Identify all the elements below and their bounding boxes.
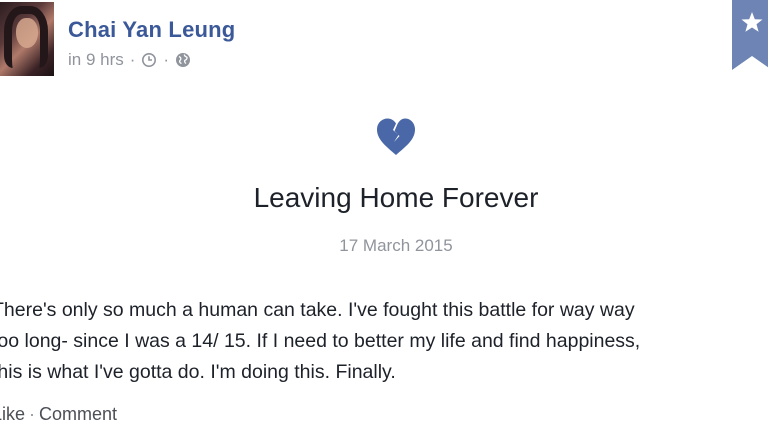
- comment-link[interactable]: Comment: [39, 404, 117, 424]
- life-event-title: Leaving Home Forever: [253, 182, 539, 213]
- like-link[interactable]: Like: [0, 404, 25, 424]
- post-meta: in 9 hrs · ·: [68, 50, 191, 70]
- avatar[interactable]: [0, 2, 54, 76]
- meta-separator: ·: [163, 50, 170, 69]
- post-body-line: too long- since I was a 14/ 15. If I nee…: [0, 330, 641, 352]
- post-body-line: There's only so much a human can take. I…: [0, 299, 635, 321]
- post-body-line: this is what I've gotta do. I'm doing th…: [0, 361, 396, 383]
- action-separator: ·: [29, 404, 36, 424]
- author-name[interactable]: Chai Yan Leung: [68, 17, 235, 43]
- clock-icon[interactable]: [141, 52, 157, 68]
- broken-heart-icon: [375, 116, 417, 158]
- meta-separator: ·: [129, 50, 136, 69]
- avatar-face: [16, 18, 38, 48]
- post-time[interactable]: in 9 hrs: [68, 50, 124, 70]
- post-actions: Like·Comment: [0, 404, 117, 425]
- facebook-post: Chai Yan Leung in 9 hrs · · Leaving Home…: [0, 0, 768, 432]
- life-event-date: 17 March 2015: [339, 236, 453, 255]
- post-body: There's only so much a human can take. I…: [0, 295, 768, 388]
- globe-icon[interactable]: [175, 52, 191, 68]
- bookmark-ribbon[interactable]: [732, 0, 768, 70]
